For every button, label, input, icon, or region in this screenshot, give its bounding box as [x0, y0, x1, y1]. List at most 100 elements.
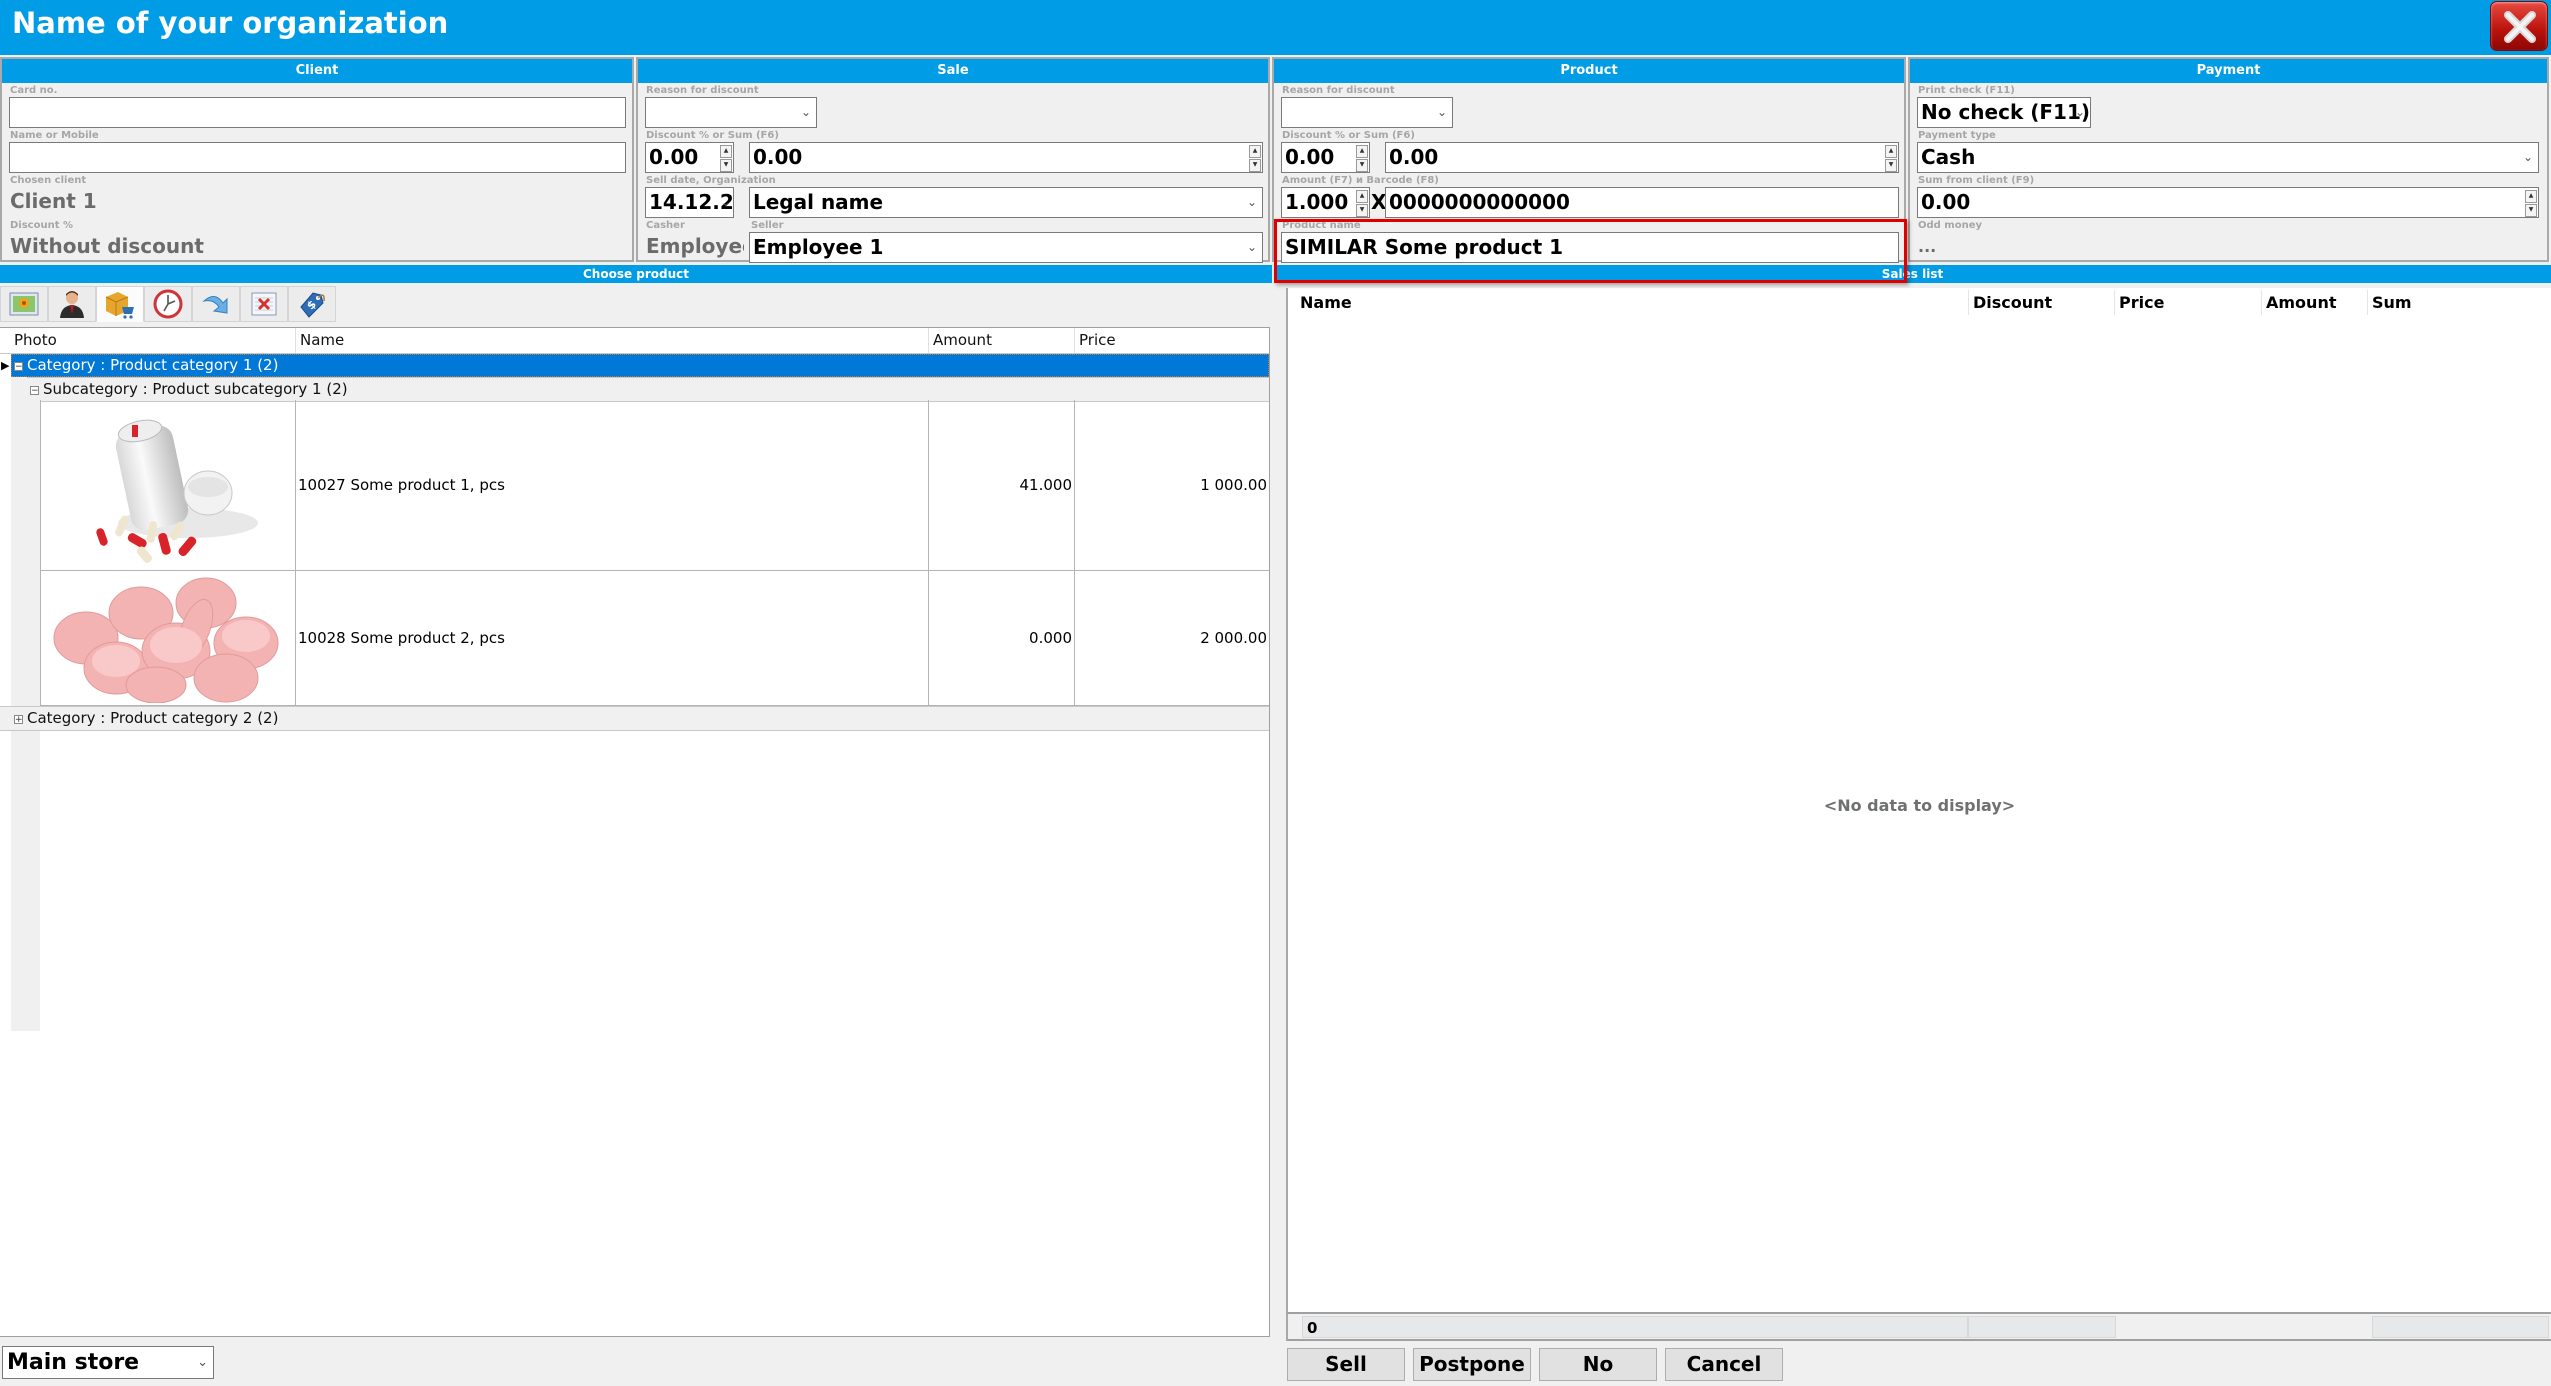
amount-input[interactable]: 1.000 ▲ ▼ — [1281, 187, 1370, 218]
toolbar-price-tag-button[interactable]: $ — [288, 286, 336, 322]
product-grid: Photo Name Amount Price ▶ − Category : Pr… — [0, 327, 1270, 1337]
spin-up-icon[interactable]: ▲ — [720, 145, 732, 158]
seller-value: Employee 1 — [753, 235, 884, 259]
column-header-photo[interactable]: Photo — [10, 328, 295, 353]
print-check-value: No check (F11) — [1921, 100, 2090, 124]
sell-date-org-label: Sell date, Organization — [646, 175, 776, 186]
spin-up-icon[interactable]: ▲ — [1249, 145, 1261, 158]
spin-up-icon[interactable]: ▲ — [1356, 145, 1368, 158]
spin-down-icon[interactable]: ▼ — [1249, 159, 1261, 172]
spin-up-icon[interactable]: ▲ — [1356, 190, 1368, 203]
no-button[interactable]: No — [1539, 1348, 1657, 1381]
spinner[interactable]: ▲ ▼ — [720, 145, 732, 172]
sell-date-picker[interactable]: 14.12.2 ⌄ — [645, 187, 734, 218]
no-data-message: <No data to display> — [1823, 796, 2016, 815]
card-number-label: Card no. — [10, 85, 58, 96]
chevron-down-icon: ⌄ — [2522, 150, 2533, 164]
card-number-input[interactable] — [9, 97, 626, 128]
name-or-mobile-input[interactable] — [9, 142, 626, 173]
client-discount-value: Without discount — [10, 234, 204, 258]
spinner[interactable]: ▲ ▼ — [1356, 145, 1368, 172]
subcategory-row-1[interactable]: − Subcategory : Product subcategory 1 (2) — [27, 377, 1269, 402]
odd-money-value: ... — [1918, 237, 1937, 256]
spin-down-icon[interactable]: ▼ — [720, 159, 732, 172]
summary-discount-cell — [1968, 1316, 2116, 1338]
row-indicator-icon: ▶ — [1, 359, 10, 372]
toolbar-photo-button[interactable] — [0, 286, 48, 322]
seller-select[interactable]: Employee 1 ⌄ — [749, 232, 1263, 263]
sales-column-name[interactable]: Name — [1296, 290, 1968, 315]
spinner[interactable]: ▲ ▼ — [2525, 190, 2537, 217]
products-cart-icon — [105, 292, 134, 319]
spin-up-icon[interactable]: ▲ — [2525, 190, 2537, 203]
product-photo-cell — [40, 400, 295, 570]
toolbar-history-button[interactable] — [144, 286, 192, 322]
chevron-down-icon: ⌄ — [720, 195, 731, 209]
spin-down-icon[interactable]: ▼ — [2525, 204, 2537, 217]
client-panel: Client Card no. Name or Mobile Chosen cl… — [0, 57, 634, 262]
collapse-icon[interactable]: − — [30, 386, 39, 396]
sale-panel-header: Sale — [638, 59, 1268, 83]
product-row[interactable]: 10027 Some product 1, pcs 41.000 1 000.0… — [40, 400, 1269, 571]
product-reason-select[interactable]: ⌄ — [1281, 97, 1453, 128]
sales-summary-row: 0 — [1286, 1312, 2551, 1341]
category-1-label: Category : Product category 1 (2) — [27, 356, 279, 374]
sum-from-client-input[interactable]: 0.00 ▲ ▼ — [1917, 187, 2539, 218]
print-check-label: Print check (F11) — [1918, 85, 2015, 96]
sales-column-amount[interactable]: Amount — [2261, 290, 2367, 315]
client-icon — [60, 291, 84, 318]
expand-icon[interactable]: + — [14, 715, 23, 725]
product-name-input[interactable]: SIMILAR Some product 1 — [1281, 232, 1899, 263]
product-name-label: Product name — [1282, 220, 1361, 231]
spin-down-icon[interactable]: ▼ — [1356, 204, 1368, 217]
group-indent — [11, 377, 28, 1031]
category-2-label: Category : Product category 2 (2) — [27, 709, 279, 727]
product-discount-sum-input[interactable]: 0.00 ▲ ▼ — [1385, 142, 1899, 173]
store-select[interactable]: Main store ⌄ — [2, 1346, 214, 1379]
spin-down-icon[interactable]: ▼ — [1885, 159, 1897, 172]
category-row-2[interactable]: + Category : Product category 2 (2) — [0, 706, 1269, 731]
product-price-cell: 1 000.00 — [1074, 400, 1269, 570]
spinner[interactable]: ▲ ▼ — [1885, 145, 1897, 172]
category-row-1[interactable]: − Category : Product category 1 (2) — [11, 354, 1269, 377]
spin-up-icon[interactable]: ▲ — [1885, 145, 1897, 158]
column-header-price[interactable]: Price — [1074, 328, 1269, 353]
barcode-input[interactable]: 0000000000000 — [1385, 187, 1899, 218]
casher-label: Casher — [646, 220, 685, 231]
product-name-cell: 10027 Some product 1, pcs — [295, 400, 928, 570]
postpone-button[interactable]: Postpone — [1413, 1348, 1531, 1381]
sale-reason-label: Reason for discount — [646, 85, 759, 96]
sales-column-discount[interactable]: Discount — [1968, 290, 2114, 315]
payment-type-select[interactable]: Cash ⌄ — [1917, 142, 2539, 173]
sale-discount-sum-input[interactable]: 0.00 ▲ ▼ — [749, 142, 1263, 173]
print-check-select[interactable]: No check (F11) ⌄ — [1917, 97, 2091, 128]
toolbar-client-button[interactable] — [48, 286, 96, 322]
spinner[interactable]: ▲ ▼ — [1249, 145, 1261, 172]
photo-icon — [9, 292, 39, 316]
column-header-name[interactable]: Name — [295, 328, 928, 353]
spin-down-icon[interactable]: ▼ — [1356, 159, 1368, 172]
column-header-amount[interactable]: Amount — [928, 328, 1074, 353]
payment-type-label: Payment type — [1918, 130, 1996, 141]
summary-sum-cell — [2372, 1316, 2549, 1338]
sale-discount-percent-input[interactable]: 0.00 ▲ ▼ — [645, 142, 734, 173]
toolbar-delete-button[interactable] — [240, 286, 288, 322]
sale-reason-select[interactable]: ⌄ — [645, 97, 817, 128]
sales-column-price[interactable]: Price — [2114, 290, 2261, 315]
collapse-icon[interactable]: − — [14, 362, 23, 372]
organization-select[interactable]: Legal name ⌄ — [749, 187, 1263, 218]
spinner[interactable]: ▲ ▼ — [1356, 190, 1368, 217]
client-panel-header: Client — [2, 59, 632, 83]
chevron-down-icon: ⌄ — [1436, 105, 1447, 119]
product-row[interactable]: 10028 Some product 2, pcs 0.000 2 000.00 — [40, 571, 1269, 706]
choose-product-toolbar: $ — [0, 283, 1270, 323]
cancel-button[interactable]: Cancel — [1665, 1348, 1783, 1381]
close-button[interactable] — [2490, 1, 2548, 51]
sell-button[interactable]: Sell — [1287, 1348, 1405, 1381]
organization-value: Legal name — [753, 190, 884, 214]
product-discount-percent-input[interactable]: 0.00 ▲ ▼ — [1281, 142, 1370, 173]
toolbar-products-button[interactable] — [96, 286, 144, 322]
toolbar-return-button[interactable] — [192, 286, 240, 322]
sales-column-sum[interactable]: Sum — [2367, 290, 2547, 315]
chosen-client-label: Chosen client — [10, 175, 87, 186]
